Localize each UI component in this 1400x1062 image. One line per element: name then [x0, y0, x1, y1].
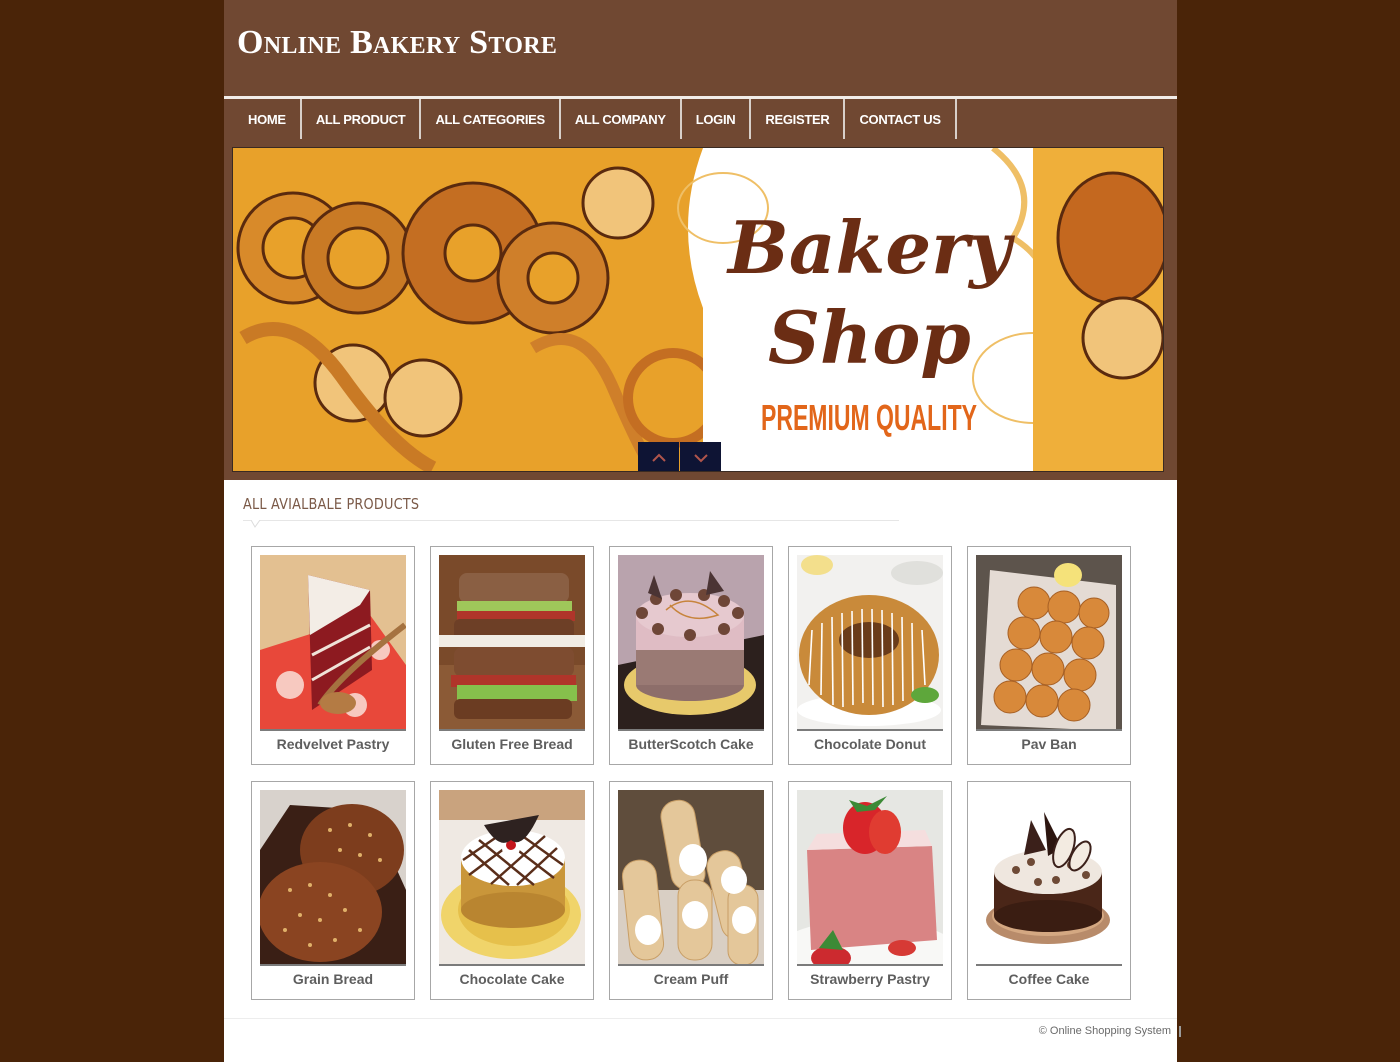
footer-copyright: © Online Shopping System — [1038, 1025, 1171, 1037]
footer-divider — [224, 1018, 1177, 1019]
product-image[interactable] — [976, 790, 1122, 966]
nav-home[interactable]: HOME — [224, 99, 302, 139]
product-name[interactable]: ButterScotch Cake — [610, 736, 772, 752]
product-image[interactable] — [797, 790, 943, 966]
chevron-down-icon — [693, 453, 708, 462]
banner-title-1: Bakery — [726, 205, 1015, 290]
page-container: Online Bakery Store HOME ALL PRODUCT ALL… — [224, 0, 1181, 1062]
product-card[interactable]: Gluten Free Bread — [430, 546, 594, 765]
nav-all-company[interactable]: ALL COMPANY — [561, 99, 682, 139]
section-heading: ALL AVIALBALE PRODUCTS — [243, 495, 420, 513]
banner-image: Bakery Shop PREMIUM QUALITY — [233, 148, 1163, 471]
product-image[interactable] — [618, 555, 764, 731]
nav-all-product[interactable]: ALL PRODUCT — [302, 99, 422, 139]
product-card[interactable]: Redvelvet Pastry — [251, 546, 415, 765]
section-notch — [251, 520, 261, 528]
section-divider — [243, 520, 899, 521]
product-image[interactable] — [797, 555, 943, 731]
product-image[interactable] — [260, 555, 406, 731]
product-card[interactable]: Grain Bread — [251, 781, 415, 1000]
product-name[interactable]: Grain Bread — [252, 971, 414, 987]
product-image[interactable] — [618, 790, 764, 966]
product-card[interactable]: Coffee Cake — [967, 781, 1131, 1000]
product-name[interactable]: Chocolate Donut — [789, 736, 951, 752]
product-image[interactable] — [439, 790, 585, 966]
chevron-up-icon — [651, 453, 666, 462]
product-image[interactable] — [260, 790, 406, 966]
slider-prev-button[interactable] — [638, 442, 679, 471]
banner-tagline: PREMIUM QUALITY — [761, 397, 977, 438]
product-card[interactable]: Cream Puff — [609, 781, 773, 1000]
banner-slider: Bakery Shop PREMIUM QUALITY — [232, 147, 1164, 472]
product-card[interactable]: Chocolate Donut — [788, 546, 952, 765]
product-card[interactable]: Chocolate Cake — [430, 781, 594, 1000]
product-image[interactable] — [976, 555, 1122, 731]
product-name[interactable]: Strawberry Pastry — [789, 971, 951, 987]
banner-title-2: Shop — [768, 295, 971, 380]
slider-next-button[interactable] — [680, 442, 721, 471]
product-name[interactable]: Cream Puff — [610, 971, 772, 987]
product-grid: Redvelvet Pastry Gluten Free Bread Butte… — [251, 546, 1131, 1000]
site-header: Online Bakery Store HOME ALL PRODUCT ALL… — [224, 0, 1177, 480]
product-name[interactable]: Pav Ban — [968, 736, 1130, 752]
footer-separator — [1179, 1026, 1181, 1037]
nav-login[interactable]: LOGIN — [682, 99, 752, 139]
product-card[interactable]: ButterScotch Cake — [609, 546, 773, 765]
nav-all-categories[interactable]: ALL CATEGORIES — [421, 99, 561, 139]
product-card[interactable]: Pav Ban — [967, 546, 1131, 765]
nav-register[interactable]: REGISTER — [751, 99, 846, 139]
main-nav: HOME ALL PRODUCT ALL CATEGORIES ALL COMP… — [224, 99, 957, 139]
site-title: Online Bakery Store — [237, 24, 558, 61]
product-name[interactable]: Redvelvet Pastry — [252, 736, 414, 752]
product-image[interactable] — [439, 555, 585, 731]
product-name[interactable]: Chocolate Cake — [431, 971, 593, 987]
nav-contact-us[interactable]: CONTACT US — [845, 99, 957, 139]
product-name[interactable]: Gluten Free Bread — [431, 736, 593, 752]
product-name[interactable]: Coffee Cake — [968, 971, 1130, 987]
product-card[interactable]: Strawberry Pastry — [788, 781, 952, 1000]
